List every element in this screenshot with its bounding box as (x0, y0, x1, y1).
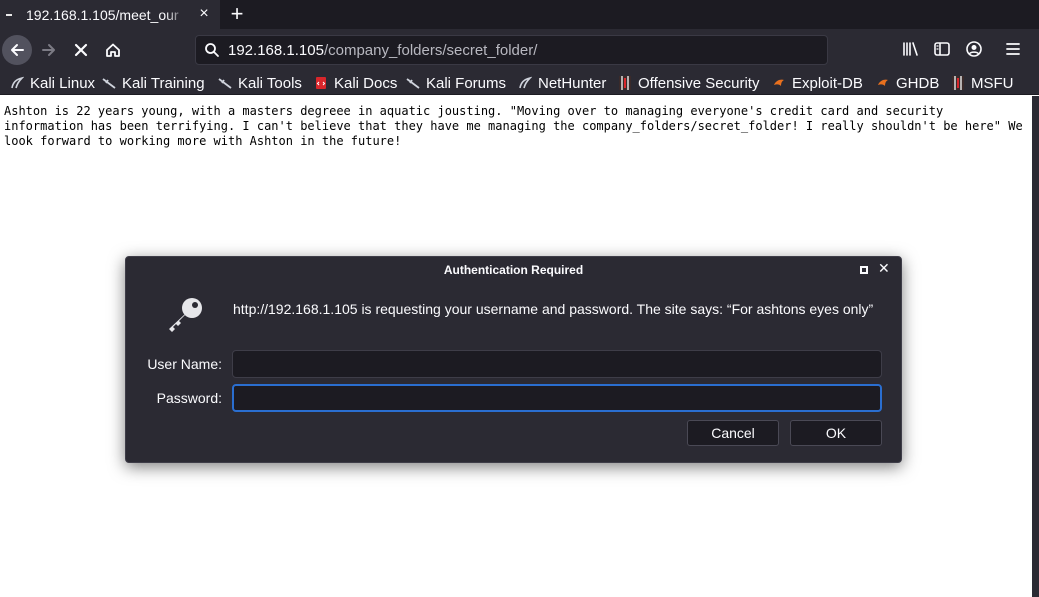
bookmark-label: Kali Docs (334, 74, 398, 92)
password-field[interactable] (232, 384, 882, 412)
bookmark-kali-training[interactable]: Kali Training (102, 73, 205, 93)
dialog-title: Authentication Required (443, 263, 584, 277)
sidebar-icon (934, 42, 950, 56)
bookmark-kali-forums[interactable]: Kali Forums (406, 73, 506, 93)
username-label: User Name: (147, 356, 222, 372)
account-icon (966, 41, 982, 57)
new-tab-button[interactable]: + (226, 2, 248, 26)
bookmark-msfu[interactable]: MSFU (951, 73, 1014, 93)
dialog-close-button[interactable]: ✕ (878, 260, 890, 277)
back-button[interactable] (2, 35, 32, 65)
nethunter-icon (518, 76, 532, 90)
bookmark-kali-docs[interactable]: Kali Docs (314, 73, 397, 93)
key-icon (169, 298, 202, 332)
account-button[interactable] (962, 37, 986, 61)
bookmark-label: NetHunter (538, 74, 607, 92)
bookmark-label: GHDB (896, 74, 940, 92)
maximize-icon[interactable] (860, 266, 868, 274)
tab-active[interactable]: 192.168.1.105/meet_our × (0, 0, 220, 29)
ok-button[interactable]: OK (790, 420, 882, 446)
url-path: /company_folders/secret_folder/ (323, 41, 538, 59)
bookmark-label: MSFU (971, 74, 1014, 92)
bookmark-kali-tools[interactable]: Kali Tools (218, 73, 302, 93)
stop-icon (74, 43, 88, 57)
ghdb-icon (876, 76, 890, 90)
library-icon (903, 42, 918, 56)
kali-dragon-icon (218, 76, 232, 90)
loading-icon (6, 13, 12, 16)
kali-docs-icon (314, 76, 328, 90)
bookmark-kali-linux[interactable]: Kali Linux (10, 73, 95, 93)
stop-button[interactable] (66, 35, 96, 65)
bookmark-label: Kali Tools (238, 74, 302, 92)
page-body-text: Ashton is 22 years young, with a masters… (4, 104, 1030, 148)
hamburger-menu-icon (1006, 43, 1020, 55)
sidebar-button[interactable] (930, 37, 954, 61)
msfu-icon (951, 76, 965, 90)
bookmarks-toolbar: Kali Linux Kali Training Kali Tools Kali… (0, 70, 1039, 95)
password-label: Password: (156, 390, 222, 406)
home-button[interactable] (98, 35, 128, 65)
menu-button[interactable] (1001, 37, 1025, 61)
offsec-icon (618, 76, 632, 90)
username-field[interactable] (232, 350, 882, 378)
forward-arrow-icon (42, 44, 55, 56)
tab-close-button[interactable]: × (194, 4, 214, 24)
bookmark-nethunter[interactable]: NetHunter (518, 73, 606, 93)
bookmark-label: Kali Forums (426, 74, 507, 92)
url-host: 192.168.1.105 (228, 41, 324, 59)
exploit-db-icon (772, 76, 786, 90)
search-icon (205, 43, 219, 57)
bookmark-exploit-db[interactable]: Exploit-DB (772, 73, 863, 93)
bookmark-label: Kali Linux (30, 74, 96, 92)
bookmark-label: Kali Training (122, 74, 205, 92)
back-arrow-icon (11, 44, 24, 56)
forward-button[interactable] (34, 35, 64, 65)
tab-strip: 192.168.1.105/meet_our × + (0, 0, 1039, 29)
kali-dragon-icon (406, 76, 420, 90)
cancel-button[interactable]: Cancel (687, 420, 779, 446)
library-button[interactable] (899, 37, 923, 61)
url-bar[interactable]: 192.168.1.105/company_folders/secret_fol… (195, 35, 828, 65)
bookmark-ghdb[interactable]: GHDB (876, 73, 939, 93)
dialog-message: http://192.168.1.105 is requesting your … (233, 301, 874, 317)
kali-dragon-icon (102, 76, 116, 90)
url-text: 192.168.1.105/company_folders/secret_fol… (228, 42, 537, 59)
tab-title: 192.168.1.105/meet_our (26, 6, 179, 23)
bookmark-label: Offensive Security (638, 74, 760, 92)
home-icon (106, 43, 120, 57)
bookmark-label: Exploit-DB (792, 74, 863, 92)
bookmark-offensive-security[interactable]: Offensive Security (618, 73, 759, 93)
kali-dragon-icon (10, 76, 24, 90)
navigation-toolbar: 192.168.1.105/company_folders/secret_fol… (0, 29, 1039, 70)
window-edge (1032, 96, 1039, 597)
authentication-dialog: Authentication Required ✕ http://192.168… (125, 256, 902, 463)
